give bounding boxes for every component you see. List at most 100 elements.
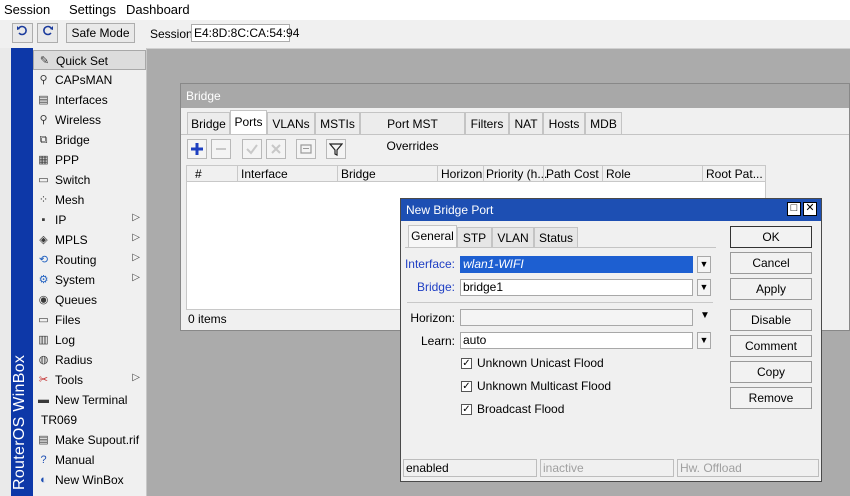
disable-button[interactable]: Disable	[730, 309, 812, 331]
sidebar-item-new-winbox[interactable]: ◐ New WinBox	[33, 470, 146, 490]
col-role[interactable]: Role	[606, 167, 631, 181]
sidebar-item-tr069[interactable]: TR069	[33, 410, 146, 430]
redo-button[interactable]	[37, 23, 58, 43]
tab-bridge[interactable]: Bridge	[187, 112, 230, 134]
remove-button[interactable]	[211, 139, 231, 159]
dialog-tab-vlan[interactable]: VLAN	[492, 227, 534, 247]
remove-button[interactable]: Remove	[730, 387, 812, 409]
learn-field[interactable]: auto	[460, 332, 693, 349]
sidebar-item-manual[interactable]: ? Manual	[33, 450, 146, 470]
sidebar-item-ppp[interactable]: ▦ PPP	[33, 150, 146, 170]
learn-dropdown[interactable]: ▼	[697, 332, 711, 349]
tab-ports[interactable]: Ports	[230, 110, 267, 134]
winbox-icon: ◐	[40, 474, 47, 486]
check-icon: ✓	[462, 381, 471, 392]
sidebar-item-files[interactable]: ▭ Files	[33, 310, 146, 330]
interface-dropdown[interactable]: ▼	[697, 256, 711, 273]
bridge-window-title[interactable]: Bridge	[181, 84, 849, 108]
col-interface[interactable]: Interface	[241, 167, 288, 181]
col-path-cost[interactable]: Path Cost	[546, 167, 599, 181]
sidebar-item-queues[interactable]: ◉ Queues	[33, 290, 146, 310]
sidebar-item-label: MPLS	[55, 233, 88, 247]
bridge-field[interactable]: bridge1	[460, 279, 693, 296]
sidebar-item-make-supout-rif[interactable]: ▤ Make Supout.rif	[33, 430, 146, 450]
enable-button[interactable]	[242, 139, 262, 159]
copy-button[interactable]: Copy	[730, 361, 812, 383]
tab-port-mst-overrides[interactable]: Port MST Overrides	[360, 112, 465, 153]
sidebar-item-label: Make Supout.rif	[55, 433, 140, 447]
unknown-unicast-flood-checkbox[interactable]: ✓	[461, 358, 472, 369]
sidebar-item-new-terminal[interactable]: ▬ New Terminal	[33, 390, 146, 410]
cancel-button[interactable]: Cancel	[730, 252, 812, 274]
comment-button[interactable]	[296, 139, 316, 159]
col-horizon[interactable]: Horizon	[441, 167, 482, 181]
sidebar-item-tools[interactable]: ✂ Tools ▷	[33, 370, 146, 390]
unknown-multicast-flood-checkbox[interactable]: ✓	[461, 381, 472, 392]
redo-arrow-icon	[43, 25, 53, 36]
undo-button[interactable]	[12, 23, 33, 43]
bridge-icon: ⧉	[39, 134, 48, 146]
submenu-arrow-icon: ▷	[132, 212, 140, 223]
sidebar-item-label: New WinBox	[55, 473, 124, 487]
dropdown-arrow-icon: ▼	[699, 335, 709, 345]
col-bridge[interactable]: Bridge	[341, 167, 376, 181]
add-button[interactable]	[187, 139, 207, 159]
dialog-tab-stp[interactable]: STP	[457, 227, 492, 247]
manual-icon: ?	[40, 454, 47, 466]
sidebar-item-system[interactable]: ⚙ System ▷	[33, 270, 146, 290]
sidebar-item-routing[interactable]: ⟲ Routing ▷	[33, 250, 146, 270]
sidebar-item-switch[interactable]: ▭ Switch	[33, 170, 146, 190]
comment-button[interactable]: Comment	[730, 335, 812, 357]
maximize-button[interactable]: □	[787, 202, 801, 216]
sidebar-item-quick-set[interactable]: ✎ Quick Set	[33, 50, 146, 70]
unknown-multicast-flood-label: Unknown Multicast Flood	[477, 379, 612, 393]
sidebar-item-log[interactable]: ▥ Log	[33, 330, 146, 350]
broadcast-flood-checkbox[interactable]: ✓	[461, 404, 472, 415]
disable-button[interactable]	[266, 139, 286, 159]
tab-filters[interactable]: Filters	[465, 112, 509, 134]
sidebar-item-interfaces[interactable]: ▤ Interfaces	[33, 90, 146, 110]
sidebar-item-bridge[interactable]: ⧉ Bridge	[33, 130, 146, 150]
filter-button[interactable]	[326, 139, 346, 159]
safe-mode-button[interactable]: Safe Mode	[66, 23, 135, 43]
horizon-dropdown-arrow-icon[interactable]: ▼	[700, 310, 710, 321]
col-root-path[interactable]: Root Pat...	[706, 167, 763, 181]
ok-button[interactable]: OK	[730, 226, 812, 248]
tab-hosts[interactable]: Hosts	[543, 112, 585, 134]
menu-dashboard[interactable]: Dashboard	[126, 2, 190, 17]
sidebar-item-label: Wireless	[55, 113, 102, 127]
sidebar-item-mpls[interactable]: ◈ MPLS ▷	[33, 230, 146, 250]
radius-icon: ◍	[38, 354, 49, 366]
col-priority[interactable]: Priority (h...	[486, 167, 547, 181]
sidebar-item-mesh[interactable]: ⁘ Mesh	[33, 190, 146, 210]
supout-icon: ▤	[38, 434, 49, 446]
submenu-arrow-icon: ▷	[132, 372, 140, 383]
menu-session[interactable]: Session	[4, 2, 50, 17]
check-icon: ✓	[462, 404, 471, 415]
session-field[interactable]: E4:8D:8C:CA:54:94	[191, 24, 299, 42]
bridge-dropdown[interactable]: ▼	[697, 279, 711, 296]
sidebar-item-ip[interactable]: ▪ IP ▷	[33, 210, 146, 230]
horizon-field[interactable]	[460, 309, 693, 326]
tab-mdb[interactable]: MDB	[585, 112, 622, 134]
sidebar-item-label: New Terminal	[55, 393, 128, 407]
dialog-title[interactable]: New Bridge Port	[401, 199, 821, 221]
close-button[interactable]: ✕	[803, 202, 817, 216]
tab-mstis[interactable]: MSTIs	[315, 112, 360, 134]
apply-button[interactable]: Apply	[730, 278, 812, 300]
col-number[interactable]: #	[195, 167, 202, 181]
sidebar-item-radius[interactable]: ◍ Radius	[33, 350, 146, 370]
submenu-arrow-icon: ▷	[132, 272, 140, 283]
maximize-icon: □	[790, 202, 798, 214]
dialog-tab-general[interactable]: General	[408, 225, 457, 247]
mpls-icon: ◈	[39, 234, 48, 246]
menu-settings[interactable]: Settings	[69, 2, 116, 17]
dialog-tab-status[interactable]: Status	[534, 227, 578, 247]
tab-vlans[interactable]: VLANs	[267, 112, 315, 134]
sidebar-item-wireless[interactable]: ⚲ Wireless	[33, 110, 146, 130]
sidebar-item-capsman[interactable]: ⚲ CAPsMAN	[33, 70, 146, 90]
terminal-icon: ▬	[38, 394, 49, 406]
remove-icon	[216, 148, 226, 150]
interface-field[interactable]: wlan1-WIFI	[460, 256, 693, 273]
tab-nat[interactable]: NAT	[509, 112, 543, 134]
